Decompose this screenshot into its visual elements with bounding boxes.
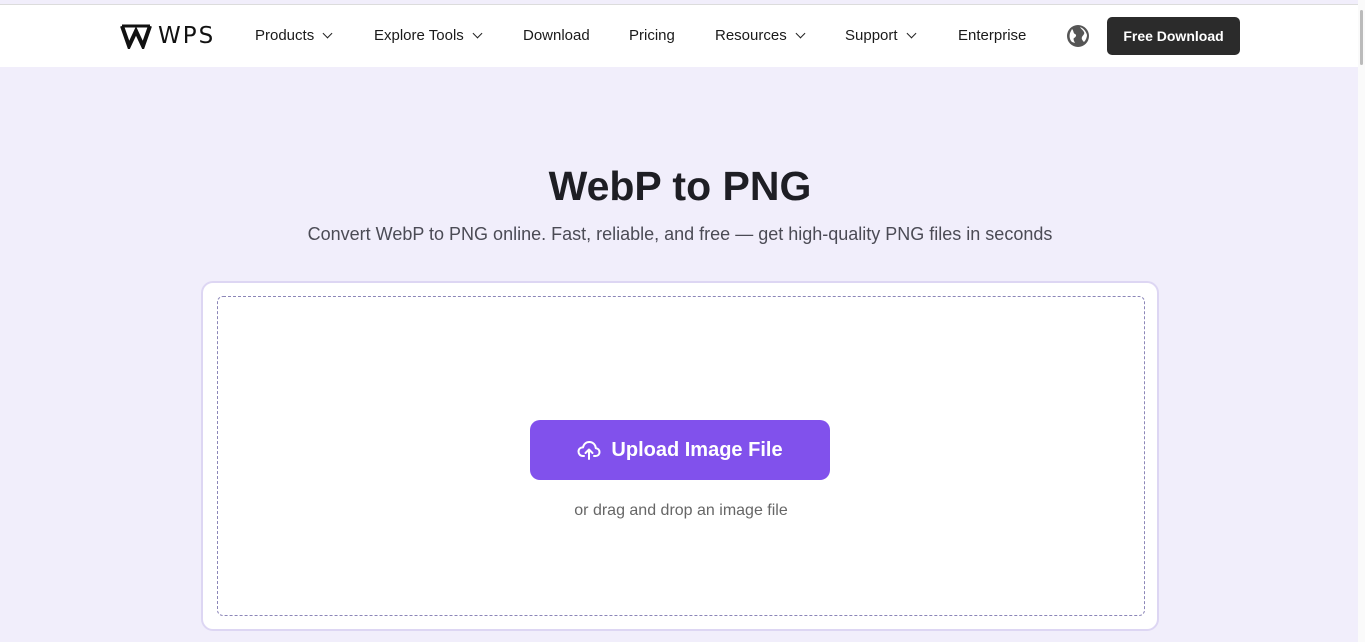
- page-subtitle: Convert WebP to PNG online. Fast, reliab…: [307, 224, 1053, 244]
- chevron-down-icon: [906, 28, 916, 39]
- drop-zone[interactable]: Upload Image File or drag and drop an im…: [217, 296, 1145, 616]
- top-navbar: WPS Products Explore Tools Download Pric…: [0, 5, 1365, 67]
- upload-button-label: Upload Image File: [611, 438, 783, 461]
- cloud-upload-icon: [577, 441, 601, 460]
- nav-explore-tools-label: Explore Tools: [374, 27, 464, 44]
- nav-products-label: Products: [255, 27, 315, 44]
- logo-text: WPS: [158, 23, 216, 49]
- chevron-down-icon: [472, 28, 483, 39]
- nav-download[interactable]: Download: [523, 27, 590, 44]
- upload-card: Upload Image File or drag and drop an im…: [201, 281, 1159, 631]
- nav-explore-tools[interactable]: Explore Tools: [374, 27, 483, 44]
- wps-logo-icon: [120, 24, 152, 49]
- nav-enterprise-label: Enterprise: [958, 27, 1027, 44]
- chevron-down-icon: [322, 28, 333, 39]
- nav-resources-label: Resources: [715, 27, 787, 44]
- free-download-button[interactable]: Free Download: [1107, 17, 1240, 55]
- page-scrollbar[interactable]: [1358, 0, 1365, 642]
- page-title: WebP to PNG: [548, 163, 812, 209]
- nav-support-label: Support: [845, 27, 898, 44]
- nav-download-label: Download: [523, 27, 590, 44]
- upload-image-button[interactable]: Upload Image File: [530, 420, 830, 480]
- nav-products[interactable]: Products: [255, 27, 333, 44]
- nav-resources[interactable]: Resources: [715, 27, 806, 44]
- wps-logo[interactable]: WPS: [120, 23, 215, 49]
- nav-support[interactable]: Support: [845, 27, 916, 44]
- nav-enterprise[interactable]: Enterprise: [958, 27, 1026, 44]
- scrollbar-thumb[interactable]: [1360, 10, 1363, 65]
- globe-icon[interactable]: [1066, 24, 1090, 48]
- drag-drop-hint: or drag and drop an image file: [574, 502, 788, 519]
- nav-pricing[interactable]: Pricing: [629, 27, 675, 44]
- chevron-down-icon: [795, 28, 806, 39]
- nav-pricing-label: Pricing: [629, 27, 675, 44]
